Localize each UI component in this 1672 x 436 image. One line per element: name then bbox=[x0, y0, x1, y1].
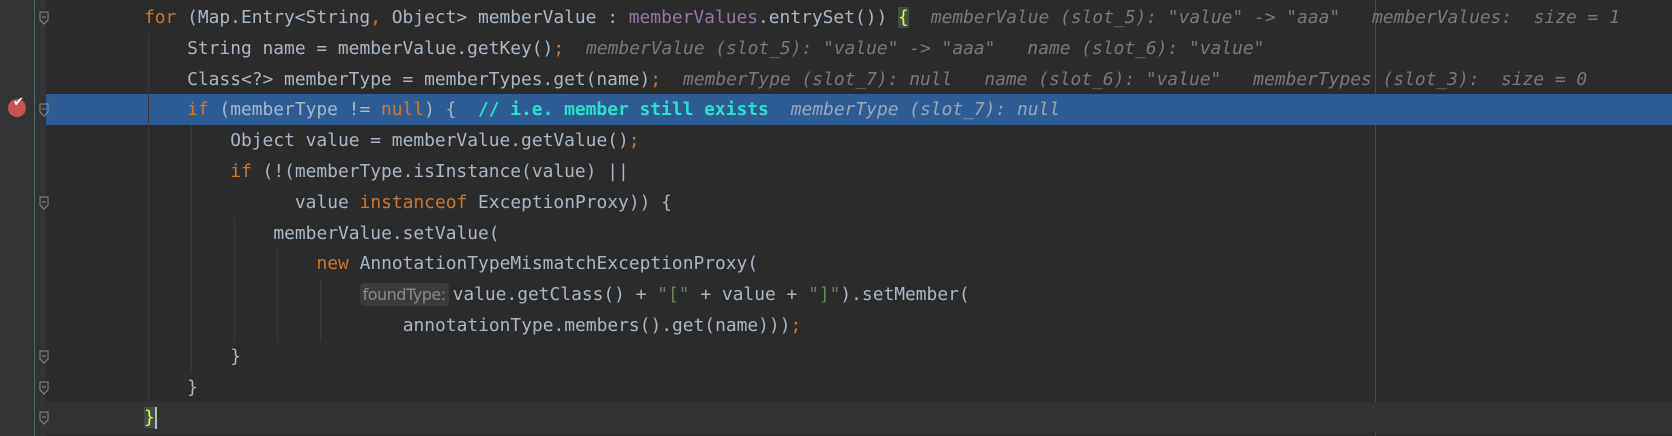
code-content: value instanceof ExceptionProxy)) { bbox=[295, 187, 672, 218]
fold-marker-icon[interactable] bbox=[39, 10, 49, 25]
code-token: // i.e. member still exists bbox=[477, 99, 769, 121]
code-token: (memberType != bbox=[208, 99, 381, 121]
gutter-divider bbox=[34, 0, 35, 436]
code-token: ) { bbox=[424, 99, 478, 121]
code-token: ; bbox=[628, 130, 640, 152]
code-token: memberValues bbox=[628, 7, 759, 28]
indent-guide bbox=[320, 279, 322, 341]
code-token: } bbox=[187, 376, 198, 398]
breakpoint-icon[interactable]: ✔ bbox=[8, 95, 26, 117]
code-content: } bbox=[144, 402, 157, 433]
code-token: } bbox=[230, 345, 242, 367]
code-line[interactable]: memberValue.setValue( bbox=[46, 218, 1672, 249]
code-line[interactable]: new AnnotationTypeMismatchExceptionProxy… bbox=[46, 248, 1672, 279]
fold-marker-icon[interactable] bbox=[39, 195, 49, 210]
code-token: + value + bbox=[689, 284, 809, 306]
code-token: (!(memberType.isInstance(value) || bbox=[251, 161, 629, 182]
code-line[interactable]: } bbox=[46, 372, 1672, 403]
debugger-inline-value[interactable]: name (slot_6): "value" bbox=[1027, 38, 1264, 59]
code-content: if (!(memberType.isInstance(value) || bbox=[230, 156, 629, 187]
code-token: (Map.Entry<String bbox=[176, 7, 371, 28]
code-token: value bbox=[294, 191, 360, 213]
fold-marker-icon[interactable] bbox=[39, 410, 49, 426]
code-line[interactable]: } bbox=[46, 402, 1672, 434]
code-line[interactable]: foundType: value.getClass() + "[" + value… bbox=[46, 279, 1672, 310]
code-line[interactable]: annotationType.members().get(name))); bbox=[46, 310, 1672, 341]
code-line[interactable]: } bbox=[46, 341, 1672, 372]
debugger-inline-value[interactable]: memberValue (slot_5): "value" -> "aaa" bbox=[586, 38, 995, 59]
code-token: annotationType.members().get(name))) bbox=[402, 315, 791, 336]
code-token: ).setMember( bbox=[840, 284, 970, 306]
code-token: Object value = memberValue.getValue() bbox=[230, 130, 629, 152]
code-token: Object> memberValue : bbox=[381, 7, 629, 28]
code-line[interactable]: Object value = memberValue.getValue(); bbox=[46, 125, 1672, 156]
code-line[interactable]: for (Map.Entry<String, Object> memberVal… bbox=[46, 2, 1672, 33]
parameter-hint: foundType: bbox=[359, 283, 449, 307]
code-line[interactable]: String name = memberValue.getKey(); membe… bbox=[46, 33, 1672, 64]
code-token: value.getClass() + bbox=[452, 284, 658, 306]
code-token: , bbox=[370, 7, 381, 28]
execution-line[interactable]: if (memberType != null) { // i.e. member… bbox=[46, 94, 1672, 126]
matched-brace: } bbox=[144, 407, 155, 429]
text-caret bbox=[154, 407, 157, 430]
debugger-inline-value[interactable]: name (slot_6): "value" bbox=[984, 69, 1221, 90]
debugger-inline-value[interactable]: memberType (slot_7): null bbox=[683, 69, 952, 90]
code-token: ; bbox=[790, 315, 802, 336]
code-token: ; bbox=[650, 68, 662, 90]
indent-guide bbox=[148, 32, 149, 403]
code-content: memberValue.setValue( bbox=[273, 218, 499, 249]
debugger-inline-value[interactable]: memberValues: size = 1 bbox=[1372, 7, 1620, 28]
code-token: null bbox=[381, 99, 425, 121]
code-token: "]" bbox=[808, 284, 841, 306]
code-content: for (Map.Entry<String, Object> memberVal… bbox=[144, 2, 1620, 33]
code-token: ; bbox=[553, 37, 565, 59]
code-content: Object value = memberValue.getValue(); bbox=[230, 125, 639, 156]
indent-guide bbox=[277, 248, 279, 341]
fold-marker-icon[interactable] bbox=[39, 102, 49, 118]
code-line[interactable]: if (!(memberType.isInstance(value) || bbox=[46, 156, 1672, 187]
code-token: "[" bbox=[657, 284, 690, 306]
code-line[interactable]: Class<?> memberType = memberTypes.get(na… bbox=[46, 64, 1672, 95]
code-token: for bbox=[144, 7, 177, 28]
fold-marker-icon[interactable] bbox=[39, 380, 49, 395]
code-content: } bbox=[230, 341, 241, 372]
code-token: if bbox=[230, 161, 252, 182]
code-token: String name = memberValue.getKey() bbox=[187, 37, 554, 59]
code-token: ExceptionProxy)) { bbox=[467, 191, 672, 213]
fold-marker-icon[interactable] bbox=[39, 349, 49, 364]
debugger-inline-value[interactable]: memberValue (slot_5): "value" -> "aaa" bbox=[931, 7, 1340, 28]
code-token: if bbox=[187, 99, 209, 121]
indent-guide bbox=[191, 125, 193, 372]
code-token: memberValue.setValue( bbox=[273, 222, 500, 244]
code-token: .entrySet()) bbox=[758, 7, 899, 28]
editor-gutter[interactable] bbox=[0, 0, 46, 436]
indent-guide bbox=[234, 217, 236, 341]
code-token: Class<?> memberType = memberTypes.get(na… bbox=[187, 68, 651, 90]
code-content: String name = memberValue.getKey(); membe… bbox=[187, 33, 1264, 64]
code-content: annotationType.members().get(name))); bbox=[403, 310, 802, 341]
code-line[interactable]: value instanceof ExceptionProxy)) { bbox=[46, 187, 1672, 218]
code-token: new bbox=[316, 253, 349, 275]
code-content: if (memberType != null) { // i.e. member… bbox=[187, 94, 1060, 125]
code-content: new AnnotationTypeMismatchExceptionProxy… bbox=[316, 248, 758, 279]
code-token: AnnotationTypeMismatchExceptionProxy( bbox=[348, 253, 759, 275]
code-content: foundType: value.getClass() + "[" + value… bbox=[359, 279, 970, 310]
code-content: } bbox=[187, 372, 198, 403]
matched-brace: { bbox=[898, 7, 909, 28]
code-token: instanceof bbox=[359, 191, 468, 213]
debugger-inline-value[interactable]: memberType (slot_7): null bbox=[791, 99, 1060, 120]
code-content: Class<?> memberType = memberTypes.get(na… bbox=[187, 64, 1587, 95]
debugger-inline-value[interactable]: memberTypes (slot_3): size = 0 bbox=[1253, 69, 1587, 90]
